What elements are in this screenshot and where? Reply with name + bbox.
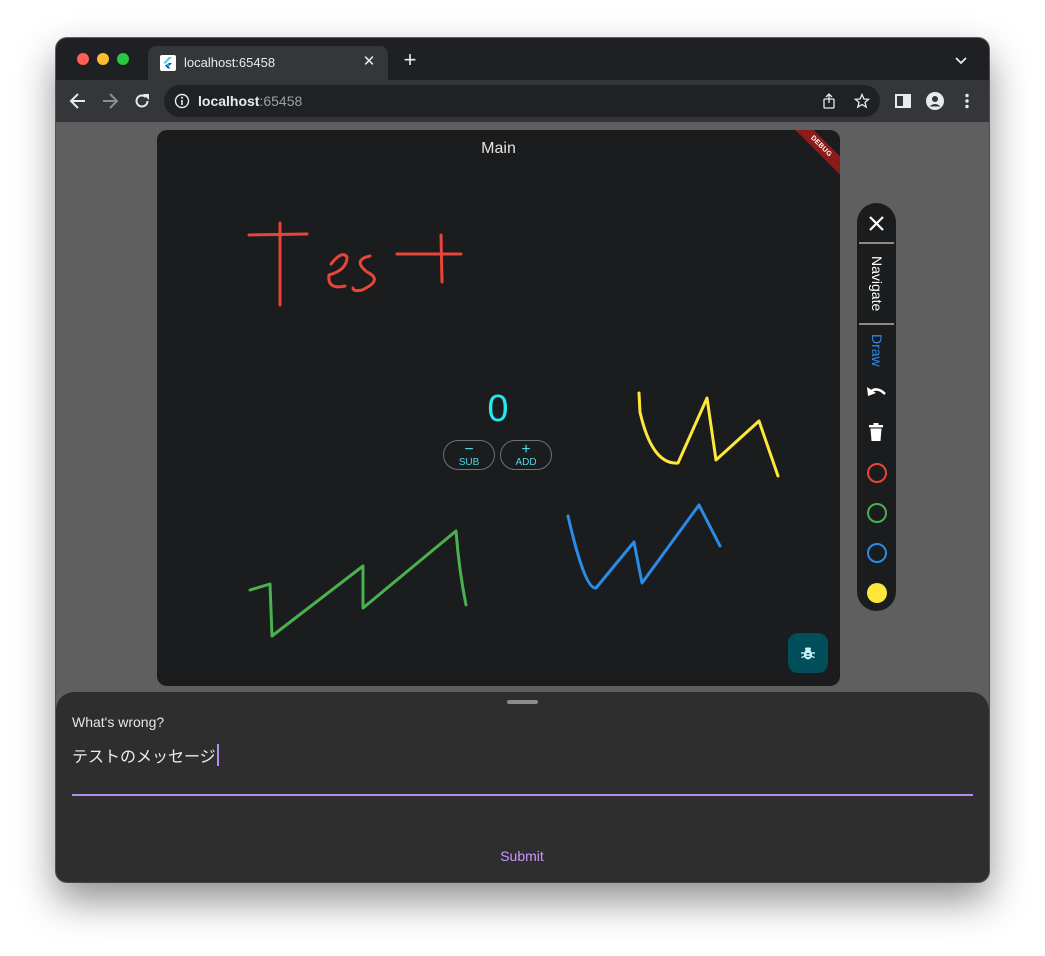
toolbar-divider	[859, 242, 894, 244]
site-info-icon[interactable]	[174, 93, 190, 109]
subtract-label: SUB	[458, 457, 480, 468]
page-content: Main DEBUG 0 − SUB + ADD Navigate Draw W…	[56, 122, 989, 882]
app-preview[interactable]: Main DEBUG 0 − SUB + ADD	[157, 130, 840, 686]
clear-drawing-button[interactable]	[857, 421, 896, 443]
text-cursor	[216, 744, 219, 766]
reload-icon[interactable]	[132, 91, 152, 111]
close-icon	[869, 216, 884, 231]
trash-icon	[869, 423, 883, 441]
bookmark-star-icon[interactable]	[853, 92, 871, 109]
forward-arrow-icon[interactable]	[100, 91, 120, 111]
tab-close-icon[interactable]: ✕	[360, 53, 378, 71]
share-icon[interactable]	[821, 93, 837, 109]
plus-icon: +	[521, 441, 531, 458]
browser-window: localhost:65458 ✕ + localhost:65458 Main…	[56, 38, 989, 882]
sheet-drag-handle[interactable]	[507, 700, 538, 704]
url-text: localhost:65458	[198, 93, 302, 109]
feedback-input-text: テストのメッセージ	[72, 749, 216, 766]
back-arrow-icon[interactable]	[68, 91, 88, 111]
tab-bar: localhost:65458 ✕ +	[56, 38, 989, 80]
subtract-button[interactable]: − SUB	[443, 440, 495, 470]
url-port: :65458	[259, 93, 303, 109]
drawing-green-stroke	[248, 529, 468, 638]
drawing-yellow-stroke	[637, 391, 780, 478]
draw-mode-button[interactable]: Draw	[857, 331, 896, 369]
drawing-blue-stroke	[566, 503, 722, 590]
submit-button[interactable]: Submit	[472, 844, 572, 868]
color-red-button[interactable]	[867, 463, 887, 483]
browser-tab[interactable]: localhost:65458 ✕	[148, 46, 388, 80]
feedback-text-field[interactable]: テストのメッセージ	[72, 740, 973, 796]
undo-icon	[867, 387, 886, 396]
minus-icon: −	[464, 441, 474, 458]
add-button[interactable]: + ADD	[500, 440, 552, 470]
flutter-favicon-icon	[160, 55, 176, 71]
color-yellow-button[interactable]	[867, 583, 887, 603]
add-label: ADD	[515, 457, 537, 468]
drawing-text-test	[247, 221, 463, 307]
menu-kebab-icon[interactable]	[957, 91, 977, 111]
close-window-button[interactable]	[77, 53, 89, 65]
bug-report-fab[interactable]	[788, 633, 828, 673]
counter-value: 0	[487, 388, 509, 430]
new-tab-button[interactable]: +	[400, 49, 420, 71]
color-green-button[interactable]	[867, 503, 887, 523]
minimize-window-button[interactable]	[97, 53, 109, 65]
bug-icon	[801, 647, 815, 660]
feedback-toolbar: Navigate Draw	[857, 203, 896, 611]
url-host: localhost	[198, 93, 260, 109]
browser-toolbar: localhost:65458	[56, 80, 989, 122]
address-bar[interactable]: localhost:65458	[164, 85, 880, 117]
navigate-mode-button[interactable]: Navigate	[857, 255, 896, 313]
close-feedback-button[interactable]	[857, 211, 896, 235]
feedback-sheet: What's wrong? テストのメッセージ Submit	[56, 692, 989, 882]
tab-title: localhost:65458	[184, 55, 276, 70]
side-panel-icon[interactable]	[893, 91, 913, 111]
color-blue-button[interactable]	[867, 543, 887, 563]
undo-button[interactable]	[857, 382, 896, 404]
feedback-label: What's wrong?	[72, 714, 165, 730]
chevron-down-icon[interactable]	[953, 52, 969, 68]
maximize-window-button[interactable]	[117, 53, 129, 65]
toolbar-divider	[859, 323, 894, 325]
feedback-input-value: テストのメッセージ	[72, 743, 219, 767]
profile-avatar-icon[interactable]	[925, 91, 945, 111]
